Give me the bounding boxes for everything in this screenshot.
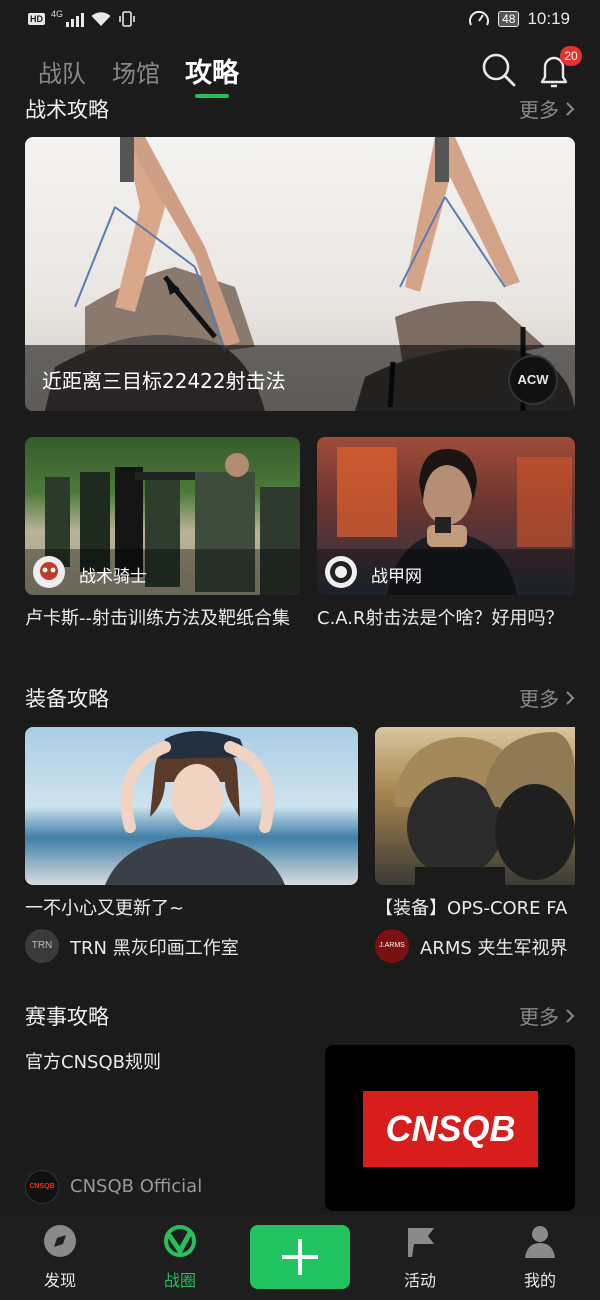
author-avatar-text: ACW xyxy=(517,372,549,387)
notification-badge: 20 xyxy=(560,46,582,66)
search-button[interactable] xyxy=(479,50,519,90)
featured-article-title: 近距离三目标22422射击法 xyxy=(42,369,286,393)
nav-profile[interactable]: 我的 xyxy=(500,1223,580,1291)
author-name: TRN 黑灰印画工作室 xyxy=(70,938,239,959)
author-avatar: ACW xyxy=(508,355,558,405)
bottom-nav: 发现 战圈 活动 我的 xyxy=(0,1215,600,1300)
equipment-card-image[interactable] xyxy=(25,727,358,885)
author-avatar xyxy=(325,556,357,588)
skull-logo-icon xyxy=(40,562,58,580)
article-card-image[interactable]: 战术骑士 xyxy=(25,437,300,595)
hd-indicator: HD xyxy=(28,13,45,25)
article-title[interactable]: 卢卡斯--射击训练方法及靶纸合集 xyxy=(25,607,300,631)
more-link[interactable]: 更多 xyxy=(519,1001,575,1030)
logo-icon xyxy=(330,561,352,583)
helmet-photo xyxy=(395,732,575,885)
author-avatar: J.ARMS xyxy=(375,929,409,963)
equipment-card-image[interactable] xyxy=(375,727,575,885)
section-header-equipment: 装备攻略 更多 xyxy=(25,683,575,717)
search-icon xyxy=(482,53,516,87)
clock: 10:19 xyxy=(527,9,570,28)
section-title: 赛事攻略 xyxy=(25,1005,109,1029)
nav-circle[interactable]: 战圈 xyxy=(140,1223,220,1291)
section-header-tactics: 战术攻略 更多 xyxy=(25,94,575,128)
featured-article-card[interactable]: 近距离三目标22422射击法 ACW xyxy=(25,137,575,411)
signal-icon xyxy=(66,11,85,27)
more-label: 更多 xyxy=(519,1005,559,1029)
nav-discover[interactable]: 发现 xyxy=(20,1223,100,1291)
more-label: 更多 xyxy=(519,687,559,711)
nav-label: 我的 xyxy=(523,1271,556,1290)
nav-activity[interactable]: 活动 xyxy=(380,1223,460,1291)
author-avatar: CNSQB xyxy=(25,1170,59,1204)
equipment-title[interactable]: 一不小心又更新了~ xyxy=(25,897,358,921)
section-title: 战术攻略 xyxy=(25,98,109,122)
add-button[interactable] xyxy=(250,1225,350,1289)
more-label: 更多 xyxy=(519,98,559,122)
tab-guide[interactable]: 攻略 xyxy=(185,51,239,90)
circle-app-icon xyxy=(164,1225,196,1257)
vibrate-icon xyxy=(119,11,135,27)
nav-label: 战圈 xyxy=(163,1271,196,1290)
plus-icon xyxy=(282,1239,318,1275)
girl-photo xyxy=(105,731,285,885)
author-name: 战甲网 xyxy=(371,567,422,587)
article-title[interactable]: C.A.R射击法是个啥？好用吗？ xyxy=(317,607,575,631)
wifi-icon xyxy=(91,12,111,26)
tab-team[interactable]: 战队 xyxy=(38,54,86,89)
nav-label: 发现 xyxy=(43,1271,76,1290)
article-card-image[interactable]: 战甲网 xyxy=(317,437,575,595)
author-name: ARMS 夹生军视界 xyxy=(420,938,568,959)
cnsqb-logo: CNSQB xyxy=(363,1091,538,1167)
competition-title: 官方CNSQB规则 xyxy=(25,1052,161,1073)
equipment-title[interactable]: 【装备】OPS-CORE FA xyxy=(375,897,600,921)
notification-button[interactable]: 20 xyxy=(534,46,582,90)
chevron-right-icon xyxy=(566,690,575,705)
nav-label: 活动 xyxy=(403,1271,436,1290)
tab-venue[interactable]: 场馆 xyxy=(112,54,160,89)
speed-gauge-icon xyxy=(469,10,490,26)
status-bar: HD 4G 48 10:19 xyxy=(0,0,600,42)
author-name: 战术骑士 xyxy=(79,567,147,587)
author-avatar xyxy=(33,556,65,588)
author-avatar: TRN xyxy=(25,929,59,963)
chevron-right-icon xyxy=(566,1008,575,1023)
section-header-competition: 赛事攻略 更多 xyxy=(25,1001,575,1035)
competition-thumbnail: CNSQB xyxy=(325,1045,575,1211)
user-icon xyxy=(525,1226,555,1258)
more-link[interactable]: 更多 xyxy=(519,683,575,712)
compass-icon xyxy=(44,1225,76,1257)
network-type: 4G xyxy=(51,9,64,19)
flag-icon xyxy=(408,1228,434,1257)
image-overlay xyxy=(25,549,300,595)
author-name: CNSQB Official xyxy=(70,1176,203,1197)
battery-icon: 48 xyxy=(498,11,520,27)
section-title: 装备攻略 xyxy=(25,687,109,711)
chevron-right-icon xyxy=(566,101,575,116)
more-link[interactable]: 更多 xyxy=(519,94,575,123)
